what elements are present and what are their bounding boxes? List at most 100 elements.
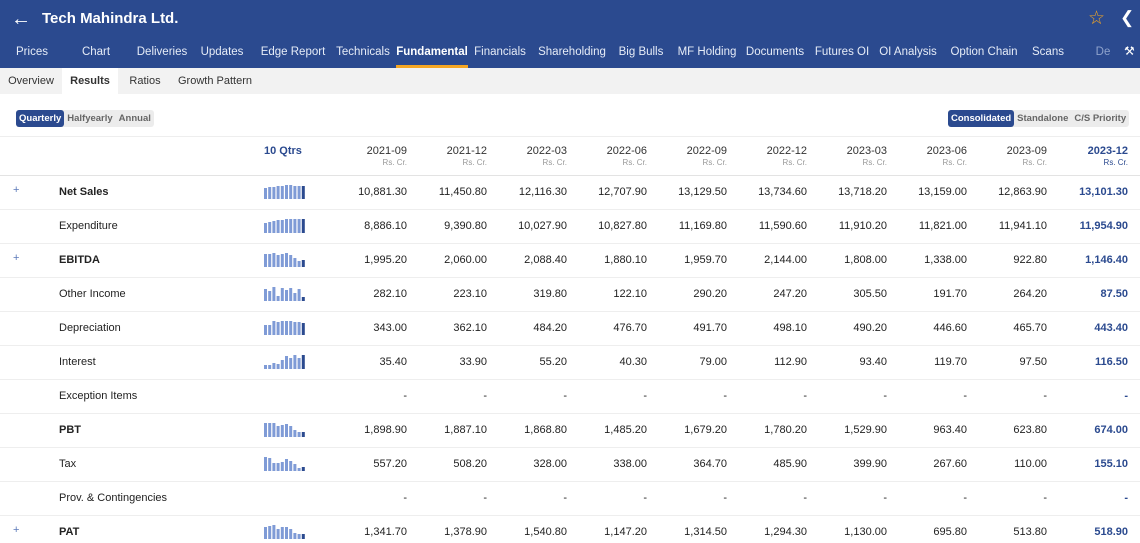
table-cell: 11,590.60	[758, 220, 807, 232]
subtab-ratios[interactable]: Ratios	[120, 68, 170, 94]
tab-mf-holding[interactable]: MF Holding	[676, 44, 738, 68]
table-row: + EBITDA 1,995.20 2,060.00 2,088.40 1,880.10 1…	[0, 244, 1140, 278]
tab-scans[interactable]: Scans	[1028, 44, 1068, 68]
table-cell: -	[963, 390, 967, 402]
row-label: Expenditure	[59, 220, 118, 232]
table-cell: 122.10	[613, 288, 647, 300]
toggle-halfyearly[interactable]: Halfyearly	[64, 110, 115, 127]
trend-sparkline[interactable]	[264, 423, 306, 437]
wrench-icon[interactable]: ⚒	[1124, 44, 1135, 58]
trend-sparkline[interactable]	[264, 253, 306, 267]
sparkline-bar	[297, 468, 301, 471]
expand-icon[interactable]: +	[13, 252, 19, 264]
sparkline-bar	[264, 188, 267, 199]
tab-updates[interactable]: Updates	[196, 44, 248, 68]
expand-icon[interactable]: +	[13, 524, 19, 536]
tab-technicals[interactable]: Technicals	[334, 44, 392, 68]
table-cell: 963.40	[933, 424, 967, 436]
tab-documents[interactable]: Documents	[744, 44, 806, 68]
row-label: Depreciation	[59, 322, 121, 334]
sparkline-bar	[289, 255, 293, 267]
table-cell: 11,169.80	[678, 220, 727, 232]
trend-sparkline[interactable]	[264, 287, 306, 301]
toggle-quarterly[interactable]: Quarterly	[16, 110, 65, 127]
sparkline-bar	[297, 358, 301, 369]
unit-label: Rs. Cr.	[702, 158, 727, 167]
sparkline-bar	[293, 533, 297, 539]
tab-financials[interactable]: Financials	[472, 44, 528, 68]
table-cell: 33.90	[459, 356, 487, 368]
app-header: ← Tech Mahindra Ltd. ☆ ❮ Prices Chart Deli…	[0, 0, 1140, 68]
toggle-c-s-priority[interactable]: C/S Priority	[1071, 110, 1129, 127]
table-cell: 10,881.30	[358, 186, 407, 198]
unit-label: Rs. Cr.	[542, 158, 567, 167]
row-label: Tax	[59, 458, 77, 470]
trend-sparkline[interactable]	[264, 525, 306, 539]
share-icon[interactable]: ❮	[1120, 8, 1134, 28]
trend-sparkline[interactable]	[264, 321, 306, 335]
star-outline-icon[interactable]: ☆	[1088, 7, 1105, 30]
tab-shareholding[interactable]: Shareholding	[536, 44, 608, 68]
tab-futures-oi[interactable]: Futures OI	[812, 44, 872, 68]
tab-big-bulls[interactable]: Big Bulls	[616, 44, 666, 68]
period-label: 2021-12	[446, 145, 487, 157]
sparkline-bar	[293, 430, 297, 437]
arrow-left-icon[interactable]: ←	[11, 7, 31, 31]
sparkline-bar	[285, 356, 288, 369]
table-cell: 267.60	[933, 458, 967, 470]
table-cell: 1,130.00	[844, 526, 887, 538]
toggle-annual[interactable]: Annual	[116, 110, 154, 127]
table-cell: 119.70	[934, 356, 967, 368]
table-cell: 55.20	[539, 356, 567, 368]
table-cell: 1,529.90	[844, 424, 887, 436]
table-cell: 13,734.60	[758, 186, 807, 198]
tab-oi-analysis[interactable]: OI Analysis	[878, 44, 938, 68]
table-cell: 12,707.90	[598, 186, 647, 198]
trend-sparkline[interactable]	[264, 185, 306, 199]
table-cell: 247.20	[773, 288, 807, 300]
table-cell: 319.80	[533, 288, 567, 300]
subtab-overview[interactable]: Overview	[2, 68, 60, 94]
sparkline-bar	[264, 365, 267, 369]
tab-chart[interactable]: Chart	[68, 44, 124, 68]
sparkline-bar	[301, 534, 305, 539]
table-cell: 508.20	[453, 458, 487, 470]
trend-sparkline[interactable]	[264, 355, 306, 369]
table-cell: 11,910.20	[838, 220, 887, 232]
tab-fundamental[interactable]: Fundamental	[396, 44, 468, 68]
trend-sparkline[interactable]	[264, 457, 306, 471]
tab-deliveries[interactable]: Deliveries	[132, 44, 192, 68]
tab-edge-report[interactable]: Edge Report	[256, 44, 330, 68]
table-cell: 498.10	[773, 322, 807, 334]
sparkline-bar	[301, 432, 305, 437]
table-cell: 1,341.70	[364, 526, 407, 538]
sparkline-bar	[293, 186, 297, 199]
sparkline-bar	[297, 534, 301, 539]
sparkline-bar	[268, 325, 272, 335]
page-title: Tech Mahindra Ltd.	[42, 10, 179, 27]
sparkline-bar	[272, 525, 276, 539]
sparkline-bar	[268, 222, 272, 233]
sparkline-bar	[264, 423, 267, 437]
sparkline-bar	[285, 253, 288, 267]
table-cell: 1,485.20	[604, 424, 647, 436]
toggle-consolidated[interactable]: Consolidated	[948, 110, 1015, 127]
expand-icon[interactable]: +	[13, 184, 19, 196]
subtab-results[interactable]: Results	[62, 68, 118, 94]
tab-de[interactable]: De	[1088, 44, 1118, 68]
tab-prices[interactable]: Prices	[4, 44, 60, 68]
tab-option-chain[interactable]: Option Chain	[944, 44, 1024, 68]
sparkline-bar	[268, 291, 272, 301]
table-cell: 485.90	[773, 458, 807, 470]
table-row: Expenditure 8,886.10 9,390.80 10,027.90 10,8…	[0, 210, 1140, 244]
row-label: Prov. & Contingencies	[59, 492, 168, 504]
table-cell: -	[963, 492, 967, 504]
row-label: Interest	[59, 356, 96, 368]
toggle-standalone[interactable]: Standalone	[1014, 110, 1071, 127]
sparkline-bar	[285, 185, 288, 199]
trend-sparkline[interactable]	[264, 219, 306, 233]
subtab-growth-pattern[interactable]: Growth Pattern	[174, 68, 256, 94]
sparkline-bar	[276, 322, 280, 335]
sparkline-bar	[264, 223, 267, 233]
table-row: Interest 35.40 33.90 55.20 40.30 79.00 112.90 9…	[0, 346, 1140, 380]
